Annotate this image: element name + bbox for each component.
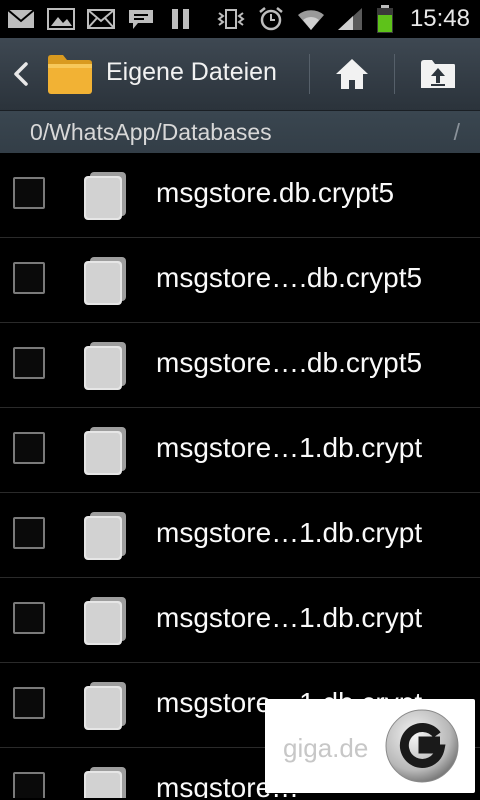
file-icon [84,257,126,305]
file-icon [84,342,126,390]
clock: 15:48 [409,5,470,32]
home-button[interactable] [322,48,382,100]
divider [394,54,395,94]
status-bar: 15:48 [0,0,480,38]
notification-icons [6,5,196,33]
select-checkbox[interactable] [13,347,45,379]
wifi-icon [297,10,324,30]
file-icon [84,427,126,475]
battery-icon [376,5,393,33]
watermark-text: giga.de [283,733,369,763]
file-name: msgstore…1.db.crypt [156,517,423,548]
signal-icon [337,8,362,30]
select-checkbox[interactable] [13,177,45,209]
pause-icon [172,9,189,29]
giga-logo-icon [385,709,459,783]
action-bar: Eigene Dateien [0,38,480,111]
file-icon [84,512,126,560]
select-checkbox[interactable] [13,262,45,294]
select-checkbox[interactable] [13,687,45,719]
file-name: msgstore…1.db.crypt [156,602,423,633]
file-name: msgstore.db.crypt5 [156,177,395,208]
divider [309,54,310,94]
current-path: 0/WhatsApp/Databases [30,119,272,145]
select-checkbox[interactable] [13,602,45,634]
file-name: msgstore….db.crypt5 [156,347,423,378]
file-row[interactable]: msgstore…1.db.crypt [0,578,480,663]
path-breadcrumb[interactable]: 0/WhatsApp/Databases / [0,111,480,153]
mail-icon [7,9,35,28]
file-row[interactable]: msgstore….db.crypt5 [0,238,480,323]
envelope-icon [87,9,115,29]
select-checkbox[interactable] [13,517,45,549]
file-row[interactable]: msgstore…1.db.crypt [0,408,480,493]
gallery-icon [47,8,75,30]
file-row[interactable]: msgstore…1.db.crypt [0,493,480,578]
select-checkbox[interactable] [13,772,45,798]
chat-icon [129,10,153,29]
file-icon [84,172,126,220]
file-row[interactable]: msgstore.db.crypt5 [0,153,480,238]
parent-folder-button[interactable] [408,48,468,100]
file-name: msgstore…1.db.crypt [156,432,423,463]
file-name: msgstore….db.crypt5 [156,262,423,293]
file-row[interactable]: msgstore….db.crypt5 [0,323,480,408]
file-icon [84,682,126,730]
folder-icon [48,55,92,94]
system-icons: 15:48 [216,3,470,35]
app-title: Eigene Dateien [106,58,277,86]
select-checkbox[interactable] [13,432,45,464]
back-chevron-icon[interactable] [8,56,34,92]
folder-up-icon [421,60,455,88]
home-icon [336,59,368,89]
file-icon [84,597,126,645]
path-trailing-slash: / [453,119,460,145]
alarm-icon [259,7,283,31]
file-icon [84,767,126,798]
watermark: giga.de [265,699,475,793]
vibrate-icon [217,9,245,29]
